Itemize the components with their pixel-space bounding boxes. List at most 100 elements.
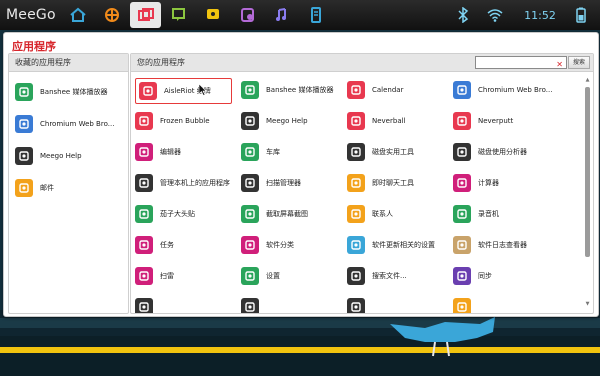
app-item[interactable]: 茄子大头贴: [135, 202, 195, 226]
mascot-illustration: [390, 317, 495, 357]
clear-search-icon[interactable]: ✕: [556, 56, 563, 73]
search-button[interactable]: 搜索: [568, 56, 590, 69]
favorite-item[interactable]: Meego Help: [15, 144, 82, 168]
app-item-label: 扫雷: [160, 272, 174, 280]
app-item-selected[interactable]: AisleRiot 纸牌: [135, 78, 232, 104]
app-item[interactable]: 搜索文件...: [347, 264, 407, 288]
scrollbar-thumb[interactable]: [585, 87, 590, 257]
favorite-item[interactable]: Banshee 媒体播放器: [15, 80, 107, 104]
app-item[interactable]: Calendar: [347, 78, 403, 102]
disk-utility-icon: [347, 143, 365, 161]
sync-icon: [453, 267, 471, 285]
favorite-item[interactable]: 邮件: [15, 176, 54, 200]
scroll-up-arrow[interactable]: ▲: [585, 77, 590, 83]
favorite-item[interactable]: Chromium Web Bro...: [15, 112, 114, 136]
app-item-label: Neverputt: [478, 117, 514, 125]
app-item-label: 软件日志查看器: [478, 241, 527, 249]
app-item[interactable]: 软件分类: [241, 233, 294, 257]
app-item-label: 软件更新相关的设置: [372, 241, 435, 249]
app-item[interactable]: [241, 295, 259, 313]
app-item[interactable]: 扫描管理器: [241, 171, 301, 195]
app-item[interactable]: 即时聊天工具: [347, 171, 414, 195]
status-zone-icon[interactable]: [164, 2, 195, 28]
settings-icon: [241, 267, 259, 285]
app-item-label: 联系人: [372, 210, 393, 218]
app-item[interactable]: Neverball: [347, 109, 406, 133]
app-item-label: 计算器: [478, 179, 499, 187]
brand-logo: MeeGo: [6, 7, 56, 23]
app-item[interactable]: 同步: [453, 264, 492, 288]
tasks-icon: [135, 236, 153, 254]
app-item[interactable]: Frozen Bubble: [135, 109, 210, 133]
app-item[interactable]: 磁盘实用工具: [347, 140, 414, 164]
app-item[interactable]: 磁盘使用分析器: [453, 140, 527, 164]
app-item[interactable]: 编辑器: [135, 140, 181, 164]
bluetooth-icon[interactable]: [452, 4, 474, 26]
bubble-icon: [135, 112, 153, 130]
favorites-panel: 收藏的应用程序 Banshee 媒体播放器 Chromium Web Bro...…: [8, 53, 129, 314]
media-zone-icon[interactable]: [266, 2, 297, 28]
app-item[interactable]: [135, 295, 153, 313]
app-item[interactable]: 录音机: [453, 202, 499, 226]
scrollbar[interactable]: ▲ ▼: [585, 77, 590, 307]
app-item-label: 磁盘使用分析器: [478, 148, 527, 156]
devices-zone-icon[interactable]: [300, 2, 331, 28]
app-item[interactable]: 车库: [241, 140, 280, 164]
app-item[interactable]: 软件日志查看器: [453, 233, 527, 257]
software-cat-icon: [241, 236, 259, 254]
page-title: 应用程序: [12, 40, 56, 53]
app-item-label: Banshee 媒体播放器: [266, 86, 334, 94]
home-zone-icon[interactable]: [62, 2, 93, 28]
ball-icon: [347, 112, 365, 130]
background-band: [0, 318, 600, 328]
app-item[interactable]: [347, 295, 365, 313]
wifi-icon[interactable]: [484, 4, 506, 26]
cards-icon: [139, 82, 157, 100]
favorites-header: 收藏的应用程序: [9, 54, 128, 72]
status-area: 11:52: [442, 0, 592, 30]
app-item[interactable]: Banshee 媒体播放器: [241, 78, 333, 102]
app-item-label: 任务: [160, 241, 174, 249]
app-item-label: 管理本机上的应用程序: [160, 179, 230, 187]
manage-apps-icon: [135, 174, 153, 192]
app-item-label: 同步: [478, 272, 492, 280]
app-item[interactable]: [453, 295, 471, 313]
app-item-label: Chromium Web Bro...: [478, 86, 553, 94]
app-item[interactable]: Neverputt: [453, 109, 513, 133]
search-input[interactable]: ✕: [475, 56, 567, 69]
favorite-item-label: 邮件: [40, 184, 54, 192]
app-item[interactable]: 扫雷: [135, 264, 174, 288]
app-item[interactable]: 计算器: [453, 171, 499, 195]
update-settings-icon: [347, 236, 365, 254]
app-item[interactable]: 设置: [241, 264, 280, 288]
app-item-label: Meego Help: [266, 117, 308, 125]
scroll-down-arrow[interactable]: ▼: [585, 301, 590, 307]
app-item-label: Frozen Bubble: [160, 117, 210, 125]
app-item-label: 扫描管理器: [266, 179, 301, 187]
editor-icon: [135, 143, 153, 161]
app-item[interactable]: 软件更新相关的设置: [347, 233, 435, 257]
myzone-icon[interactable]: [96, 2, 127, 28]
app-item[interactable]: 任务: [135, 233, 174, 257]
contacts-icon: [347, 205, 365, 223]
garage-icon: [241, 143, 259, 161]
app-item[interactable]: 管理本机上的应用程序: [135, 171, 230, 195]
people-zone-icon[interactable]: [198, 2, 229, 28]
app-item-label: 磁盘实用工具: [372, 148, 414, 156]
battery-icon[interactable]: [570, 4, 592, 26]
app-item[interactable]: Chromium Web Bro...: [453, 78, 552, 102]
app-item[interactable]: 联系人: [347, 202, 393, 226]
help-book-icon: [241, 112, 259, 130]
clock[interactable]: 11:52: [520, 9, 560, 22]
mines-icon: [135, 267, 153, 285]
screenshot-icon: [241, 205, 259, 223]
applications-header-label: 您的应用程序: [137, 58, 185, 67]
app-item-label: 茄子大头贴: [160, 210, 195, 218]
applications-zone-icon[interactable]: [130, 2, 161, 28]
photobooth-icon: [135, 205, 153, 223]
app-item-label: 搜索文件...: [372, 272, 407, 280]
internet-zone-icon[interactable]: [232, 2, 263, 28]
app-item[interactable]: Meego Help: [241, 109, 308, 133]
app-item[interactable]: 截取屏幕截图: [241, 202, 308, 226]
background-stripe: [0, 347, 600, 353]
